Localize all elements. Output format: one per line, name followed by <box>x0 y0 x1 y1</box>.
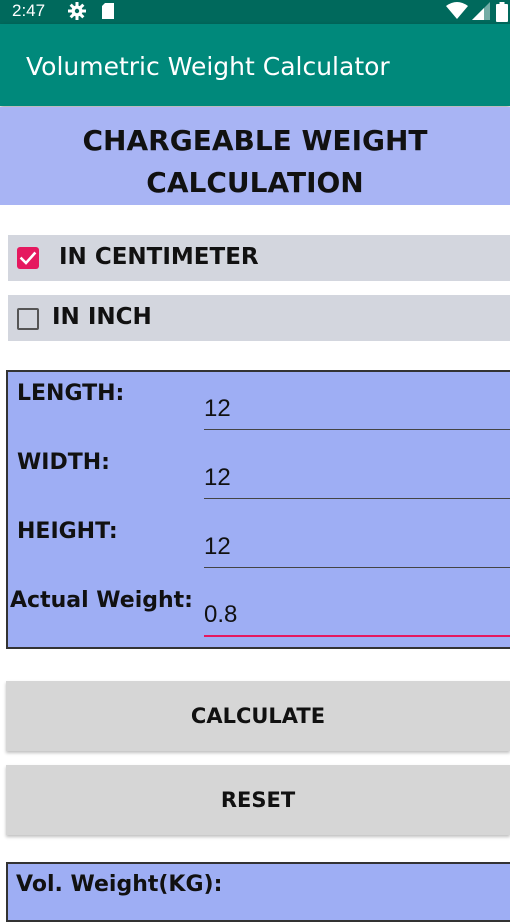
checkmark-icon <box>19 251 37 265</box>
length-label: LENGTH: <box>17 381 125 406</box>
battery-icon <box>496 2 508 22</box>
signal-icon <box>472 2 490 20</box>
inch-option[interactable]: IN INCH <box>8 295 510 341</box>
centimeter-option[interactable]: IN CENTIMETER <box>8 235 510 281</box>
height-input[interactable] <box>204 526 510 568</box>
vol-weight-label: Vol. Weight(KG): <box>16 872 223 897</box>
status-bar: 2:47 <box>0 0 510 24</box>
actual-weight-label: Actual Weight: <box>10 588 193 613</box>
dimensions-form: LENGTH: WIDTH: HEIGHT: Actual Weight: <box>6 370 510 649</box>
app-title: Volumetric Weight Calculator <box>26 52 390 81</box>
reset-button[interactable]: RESET <box>6 765 510 835</box>
app-bar: Volumetric Weight Calculator <box>0 24 510 106</box>
wifi-icon <box>446 2 468 19</box>
heading-line-1: CHARGEABLE WEIGHT <box>82 124 428 157</box>
heading-line-2: CALCULATION <box>146 166 364 199</box>
result-panel: Vol. Weight(KG): <box>6 862 510 922</box>
status-time: 2:47 <box>12 1 46 20</box>
width-label: WIDTH: <box>17 450 110 475</box>
calculate-button[interactable]: CALCULATE <box>6 681 510 751</box>
page-heading: CHARGEABLE WEIGHT CALCULATION <box>0 107 510 205</box>
actual-weight-input[interactable] <box>204 595 510 637</box>
width-input[interactable] <box>204 457 510 499</box>
inch-checkbox[interactable] <box>17 308 39 330</box>
inch-label: IN INCH <box>52 304 152 330</box>
centimeter-checkbox[interactable] <box>17 247 39 269</box>
gear-icon <box>68 2 86 20</box>
sd-card-icon <box>102 3 114 19</box>
centimeter-label: IN CENTIMETER <box>59 244 259 270</box>
length-input[interactable] <box>204 388 510 430</box>
height-label: HEIGHT: <box>17 519 118 544</box>
